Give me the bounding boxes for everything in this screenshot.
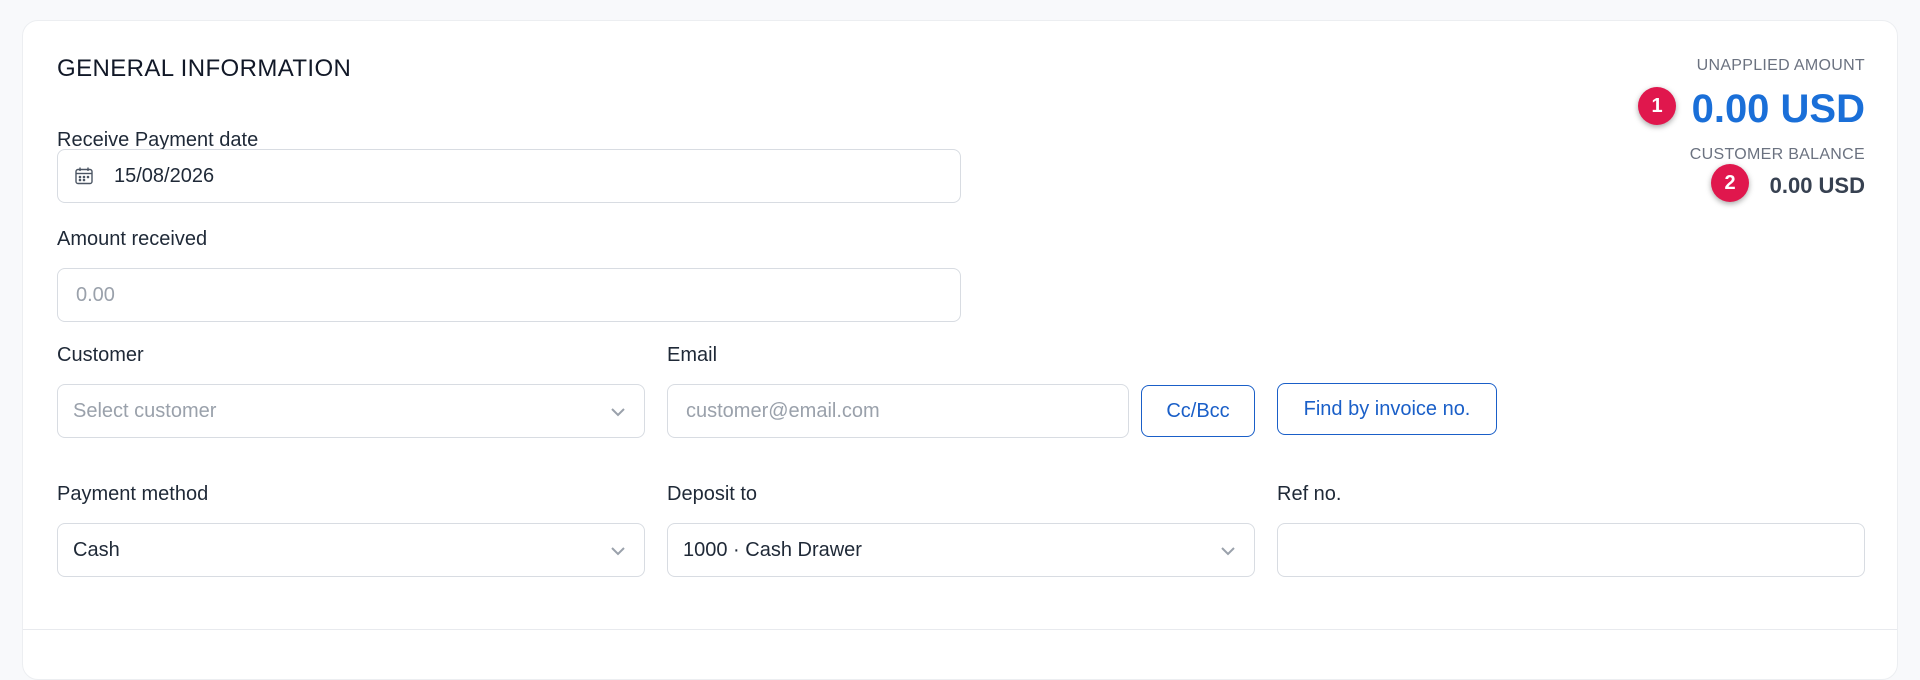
email-label: Email (667, 344, 718, 366)
chevron-down-icon (1218, 541, 1238, 561)
deposit-to-label: Deposit to (667, 483, 758, 505)
find-by-invoice-button[interactable]: Find by invoice no. (1277, 383, 1497, 435)
annotation-badge-2: 2 (1711, 164, 1749, 202)
customer-placeholder: Select customer (73, 399, 217, 422)
chevron-down-icon (608, 402, 628, 422)
amount-received-placeholder: 0.00 (76, 283, 115, 306)
payment-date-value: 15/08/2026 (114, 164, 215, 187)
unapplied-amount-label: UNAPPLIED AMOUNT (1696, 57, 1865, 74)
ref-no-label: Ref no. (1277, 483, 1342, 505)
customer-select[interactable]: Select customer (57, 384, 645, 438)
payment-method-select[interactable]: Cash (57, 523, 645, 577)
calendar-icon (74, 165, 96, 187)
general-information-card: GENERAL INFORMATION Receive Payment date… (22, 20, 1898, 680)
email-placeholder: customer@email.com (686, 399, 880, 422)
annotation-badge-1: 1 (1638, 87, 1676, 125)
customer-balance-label: CUSTOMER BALANCE (1689, 146, 1865, 163)
section-divider (23, 629, 1897, 630)
cc-bcc-button[interactable]: Cc/Bcc (1141, 385, 1255, 437)
payment-date-input[interactable]: 15/08/2026 (57, 149, 961, 203)
deposit-to-select[interactable]: 1000 · Cash Drawer (667, 523, 1255, 577)
payment-method-label: Payment method (57, 483, 209, 505)
customer-label: Customer (57, 344, 144, 366)
amount-received-input[interactable]: 0.00 (57, 268, 961, 322)
customer-balance-value: 0.00 USD (1769, 173, 1865, 198)
chevron-down-icon (608, 541, 628, 561)
payment-method-value: Cash (73, 538, 120, 561)
deposit-to-value: 1000 · Cash Drawer (683, 538, 862, 561)
amount-received-label: Amount received (57, 228, 208, 250)
section-title: GENERAL INFORMATION (57, 55, 352, 82)
ref-no-input[interactable] (1277, 523, 1865, 577)
email-input[interactable]: customer@email.com (667, 384, 1129, 438)
unapplied-amount-value: 0.00 USD (1691, 87, 1865, 131)
